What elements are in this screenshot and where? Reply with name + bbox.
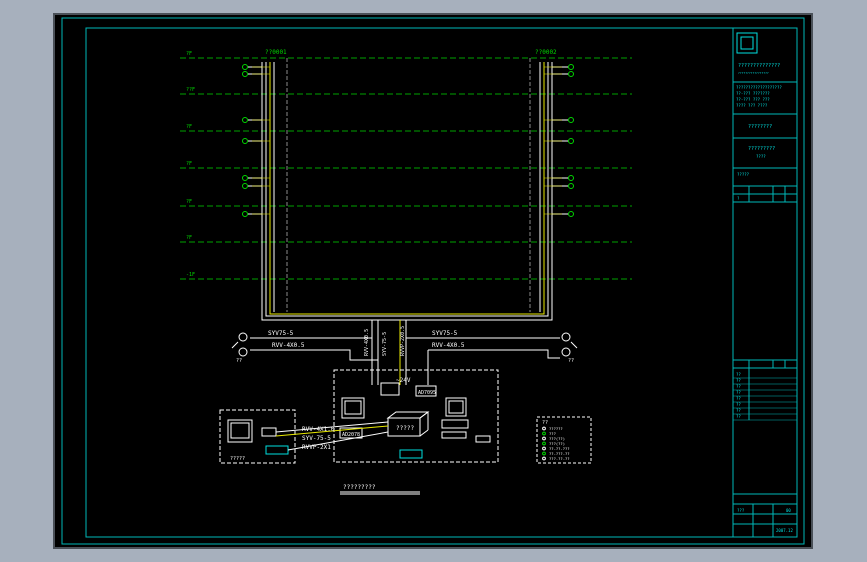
legend-title: ?? <box>542 420 548 426</box>
vertical-cable-label-3: RVVP-2X0.5 <box>400 326 406 356</box>
project-line-4: ???? ??? ???? <box>736 103 768 108</box>
matrix-label: ????? <box>396 425 414 432</box>
floor-label: ?F <box>186 51 192 57</box>
sign-row-label: ?? <box>736 402 741 407</box>
project-line-2: ??-??? ??????? <box>736 91 770 96</box>
project-line-3: ??-??? ??? ??? <box>736 97 770 102</box>
sign-row-label: ?? <box>736 372 741 377</box>
bottom-camera-label-right: ?? <box>568 358 574 364</box>
cable-label-right-2: RVV-4X0.5 <box>432 342 465 349</box>
project-name: ???????? <box>748 124 772 130</box>
sign-row-label: ?? <box>736 384 741 389</box>
riser-left-label: ??0001 <box>265 49 287 56</box>
drawing-name: ????????? <box>748 146 775 152</box>
svg-text:???-??-??: ???-??-?? <box>549 456 570 461</box>
remote-box-label: ????? <box>230 456 245 462</box>
sign-row-label: ?? <box>736 396 741 401</box>
diagram-title: ????????? <box>343 484 376 491</box>
link-label-2: SYV-75-5 <box>302 435 331 442</box>
sign-row-label: ?? <box>736 414 741 419</box>
riser-right-label: ??0002 <box>535 49 557 56</box>
drawing-name-sub: ???? <box>756 154 766 159</box>
sign-row-label: ?? <box>736 378 741 383</box>
floor-label: -1F <box>186 272 195 278</box>
cable-label-left-2: RVV-4X0.5 <box>272 342 305 349</box>
floor-label: ?F <box>186 161 192 167</box>
bottom-camera-label-left: ?? <box>236 358 242 364</box>
link-label-3: RVVP-2X1 <box>302 444 331 451</box>
vertical-cable-label-2: SYV-75-5 <box>382 332 388 356</box>
block-label: ????? <box>737 172 750 177</box>
firm-name: ?????????????? <box>738 63 780 69</box>
floor-label: ?F <box>186 199 192 205</box>
link-label-1: RVV-4X1.0 <box>302 426 335 433</box>
sheet-no: 00 <box>786 508 791 513</box>
cable-label-left-1: SYV75-5 <box>268 330 294 337</box>
firm-sub: ????????????????? <box>738 71 769 75</box>
floor-label: ??F <box>186 87 195 93</box>
revision-label: ??? <box>737 508 745 513</box>
project-line-1: ??????????????????? <box>736 85 782 90</box>
vertical-cable-label-1: RVV-4X0.5 <box>364 329 370 356</box>
decoder-label: AD7095 <box>418 390 436 396</box>
floor-label: ?F <box>186 124 192 130</box>
date-label: 2007.12 <box>776 528 793 533</box>
cad-drawing-canvas: ??0001 ??0002 SYV75-5 RVV-4X0.5 SYV75-5 … <box>53 13 813 549</box>
sign-row-label: ?? <box>736 408 741 413</box>
floor-label: ?F <box>186 235 192 241</box>
cable-label-right-1: SYV75-5 <box>432 330 458 337</box>
power-label: ~24V <box>396 377 411 384</box>
sign-row-label: ?? <box>736 390 741 395</box>
